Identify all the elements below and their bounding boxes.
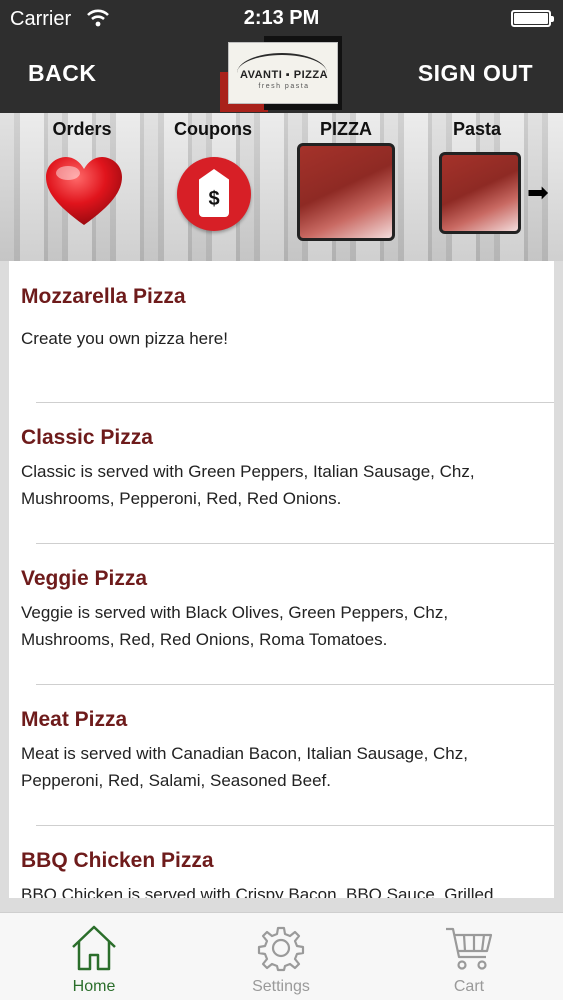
list-item[interactable]: Mozzarella Pizza Create you own pizza he… (9, 261, 554, 403)
logo-text: AVANTI ▪ PIZZA (239, 69, 329, 81)
home-icon (72, 925, 116, 971)
pizza-thumbnail (297, 143, 395, 241)
list-item[interactable]: Meat Pizza Meat is served with Canadian … (9, 684, 554, 826)
coupon-tag-icon: $ (199, 169, 229, 217)
item-description: BBQ Chicken is served with Crispy Bacon,… (21, 885, 494, 898)
tab-bar: Home Settings Cart (0, 912, 563, 1000)
item-description: Classic is served with Green Peppers, It… (21, 462, 475, 508)
category-orders[interactable]: Orders (27, 113, 137, 225)
heart-icon (46, 157, 122, 225)
status-bar: Carrier 2:13 PM (0, 0, 563, 36)
list-item[interactable]: Veggie Pizza Veggie is served with Black… (9, 543, 554, 685)
menu-list: Mozzarella Pizza Create you own pizza he… (9, 261, 554, 898)
item-title: Classic Pizza (21, 426, 153, 449)
item-description: Veggie is served with Black Olives, Gree… (21, 603, 449, 649)
logo-card: AVANTI ▪ PIZZA fresh pasta (228, 42, 338, 104)
back-button[interactable]: BACK (28, 60, 96, 87)
tab-label: Settings (252, 978, 310, 995)
item-title: Meat Pizza (21, 708, 128, 731)
coupon-badge: $ (177, 157, 251, 231)
app-logo: AVANTI ▪ PIZZA fresh pasta (220, 36, 342, 112)
category-label: Orders (52, 119, 112, 139)
list-item[interactable]: Classic Pizza Classic is served with Gre… (9, 402, 554, 544)
category-label: PIZZA (320, 119, 372, 139)
tab-cart[interactable]: Cart (375, 913, 563, 1000)
arrow-right-icon[interactable]: ➡ (527, 179, 549, 205)
battery-icon (511, 10, 554, 27)
list-item[interactable]: BBQ Chicken Pizza BBQ Chicken is served … (9, 825, 554, 898)
logo-subtext: fresh pasta (258, 83, 310, 90)
category-pizza[interactable]: PIZZA (291, 113, 401, 241)
tab-label: Cart (453, 978, 485, 995)
tab-settings[interactable]: Settings (187, 913, 375, 1000)
gear-icon (257, 926, 305, 972)
pasta-thumbnail (439, 152, 521, 234)
category-label: Pasta (452, 119, 502, 139)
status-time: 2:13 PM (243, 7, 320, 29)
tab-home[interactable]: Home (0, 913, 188, 1000)
item-description: Create you own pizza here! (21, 329, 228, 348)
item-title: BBQ Chicken Pizza (21, 849, 214, 872)
top-bar: Carrier 2:13 PM BACK AVANTI ▪ PIZZA fres… (0, 0, 563, 113)
category-coupons[interactable]: Coupons $ (158, 113, 268, 231)
item-title: Veggie Pizza (21, 567, 148, 590)
category-strip: Orders Coupons $ PIZZA Pasta (0, 113, 563, 261)
item-title: Mozzarella Pizza (21, 285, 186, 308)
category-pasta[interactable]: Pasta (422, 113, 532, 234)
sign-out-button[interactable]: SIGN OUT (418, 60, 533, 87)
cart-icon (446, 927, 493, 970)
tab-label: Home (72, 978, 116, 995)
category-label: Coupons (174, 119, 252, 139)
item-description: Meat is served with Canadian Bacon, Ital… (21, 744, 468, 790)
